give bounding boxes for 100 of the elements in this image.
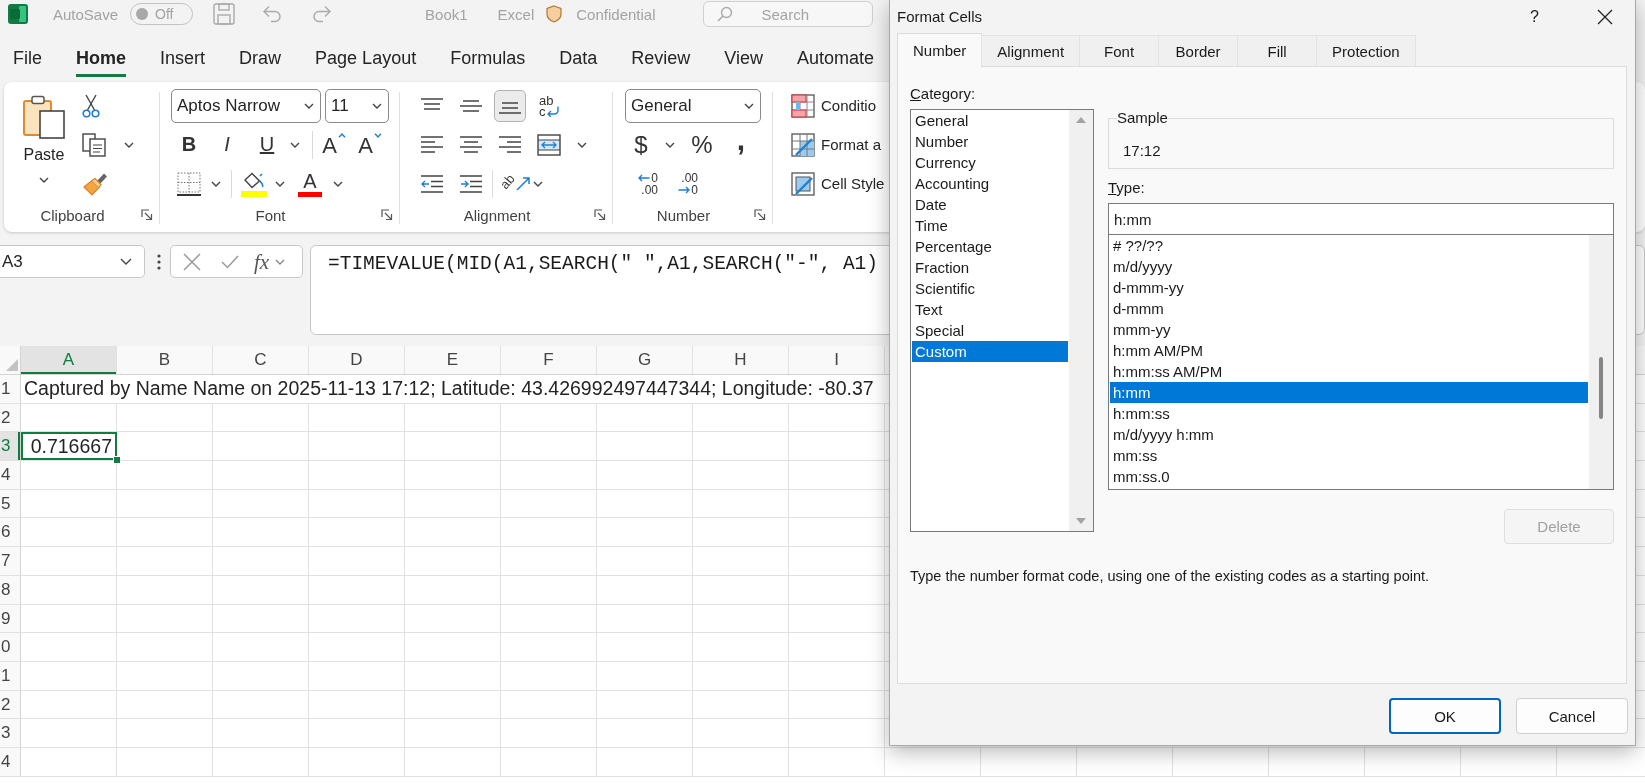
grow-font-button[interactable]: A bbox=[319, 129, 349, 160]
caret-icon[interactable] bbox=[665, 141, 675, 148]
menu-tab[interactable]: File bbox=[13, 47, 42, 77]
wrap-text-button[interactable]: ab c bbox=[533, 89, 565, 122]
kebab-menu-icon[interactable] bbox=[157, 254, 161, 270]
name-box[interactable]: A3 bbox=[0, 245, 145, 278]
column-header[interactable]: G bbox=[597, 346, 693, 374]
dialog-tab[interactable]: Alignment bbox=[981, 35, 1081, 66]
list-item[interactable]: # ??/?? bbox=[1110, 235, 1588, 256]
list-item[interactable]: h:mm AM/PM bbox=[1110, 340, 1588, 361]
scissors-icon[interactable] bbox=[82, 93, 100, 118]
selected-cell[interactable]: 0.716667 bbox=[21, 432, 117, 461]
caret-icon[interactable] bbox=[275, 180, 285, 187]
list-item[interactable]: m/d/yyyy h:mm bbox=[1110, 424, 1588, 445]
list-item[interactable]: h:mm:ss AM/PM bbox=[1110, 361, 1588, 382]
font-name-dropdown[interactable]: Aptos Narrow bbox=[171, 88, 321, 123]
bold-button[interactable]: B bbox=[174, 129, 204, 160]
table-style-button[interactable]: Format a bbox=[791, 132, 881, 157]
list-item[interactable]: Date bbox=[912, 194, 1068, 215]
number-format-dropdown[interactable]: General bbox=[625, 88, 761, 123]
caret-icon[interactable] bbox=[577, 141, 587, 148]
caret-icon[interactable] bbox=[39, 177, 49, 183]
spreadsheet-logo-icon[interactable] bbox=[8, 4, 28, 24]
fill-handle[interactable] bbox=[113, 456, 121, 465]
list-item[interactable]: Time bbox=[912, 215, 1068, 236]
list-item[interactable]: Currency bbox=[912, 152, 1068, 173]
row-header[interactable]: 1 bbox=[0, 661, 21, 690]
menu-tab[interactable]: Home bbox=[76, 47, 127, 77]
list-item[interactable]: Number bbox=[912, 131, 1068, 152]
menu-tab[interactable]: Data bbox=[559, 47, 598, 77]
paintbrush-icon[interactable] bbox=[82, 171, 108, 196]
conditional-style-button[interactable]: Conditio bbox=[791, 93, 877, 118]
merge-center-icon[interactable] bbox=[537, 133, 561, 156]
list-item[interactable]: Percentage bbox=[912, 236, 1068, 257]
type-input[interactable]: h:mm bbox=[1108, 203, 1614, 235]
row-header[interactable]: 9 bbox=[0, 604, 21, 633]
menu-tab[interactable]: Automate bbox=[796, 47, 874, 77]
row-header[interactable]: 3 bbox=[0, 719, 21, 747]
underline-button[interactable]: U bbox=[252, 129, 282, 160]
comma-style-button[interactable]: , bbox=[727, 129, 755, 160]
column-header[interactable]: E bbox=[405, 346, 501, 374]
shrink-font-button[interactable]: A bbox=[355, 129, 385, 160]
list-item[interactable]: d-mmm bbox=[1110, 298, 1588, 319]
align-left-icon[interactable] bbox=[421, 136, 443, 153]
search-field[interactable]: Search bbox=[702, 1, 873, 27]
column-header[interactable]: B bbox=[117, 346, 213, 374]
increase-decimal-button[interactable]: .00 0 bbox=[666, 167, 698, 200]
borders-icon[interactable] bbox=[177, 171, 201, 196]
list-item[interactable]: General bbox=[912, 110, 1068, 131]
row-header[interactable]: 6 bbox=[0, 518, 21, 547]
orientation-button[interactable]: ab bbox=[498, 167, 530, 200]
close-icon[interactable] bbox=[1597, 8, 1613, 25]
insert-function-button[interactable]: fx bbox=[254, 249, 270, 274]
paint-bucket-icon[interactable] bbox=[241, 170, 267, 197]
caret-icon[interactable] bbox=[372, 102, 382, 109]
caret-icon[interactable] bbox=[304, 102, 314, 109]
column-header[interactable]: D bbox=[309, 346, 405, 374]
column-header[interactable]: F bbox=[501, 346, 597, 374]
column-header[interactable]: C bbox=[213, 346, 309, 374]
dialog-launcher-icon[interactable] bbox=[594, 209, 606, 221]
list-item[interactable]: mmm-yy bbox=[1110, 319, 1588, 340]
scrollbar-track[interactable] bbox=[1589, 235, 1613, 489]
list-item[interactable]: Fraction bbox=[912, 257, 1068, 278]
align-bottom-button[interactable] bbox=[494, 89, 526, 122]
caret-icon[interactable] bbox=[211, 180, 221, 187]
menu-tab[interactable]: View bbox=[724, 47, 763, 77]
italic-button[interactable]: I bbox=[212, 129, 242, 160]
check-icon[interactable] bbox=[221, 254, 239, 269]
list-item[interactable]: Accounting bbox=[912, 173, 1068, 194]
list-item[interactable]: d-mmm-yy bbox=[1110, 277, 1588, 298]
font-size-dropdown[interactable]: 11 bbox=[325, 88, 389, 123]
menu-tab[interactable]: Review bbox=[631, 47, 691, 77]
dialog-launcher-icon[interactable] bbox=[381, 209, 393, 221]
caret-icon[interactable] bbox=[290, 141, 300, 148]
row-header[interactable]: 2 bbox=[0, 403, 21, 432]
list-item[interactable]: h:mm:ss bbox=[1110, 403, 1588, 424]
dialog-launcher-icon[interactable] bbox=[141, 209, 153, 221]
ok-button[interactable]: OK bbox=[1389, 698, 1501, 734]
font-color-button[interactable]: A bbox=[295, 168, 325, 199]
list-item[interactable]: m/d/yyyy bbox=[1110, 256, 1588, 277]
row-header[interactable]: 4 bbox=[0, 747, 21, 776]
dialog-tab[interactable]: Number bbox=[897, 33, 983, 67]
row-header[interactable]: 3 bbox=[0, 432, 21, 461]
list-item[interactable]: Scientific bbox=[912, 278, 1068, 299]
cell-style-button[interactable]: Cell Style bbox=[791, 171, 885, 196]
decrease-indent-icon[interactable] bbox=[421, 174, 443, 193]
list-item[interactable]: mm:ss.0 bbox=[1110, 466, 1588, 487]
menu-tab[interactable]: Draw bbox=[239, 47, 282, 77]
row-header[interactable]: 0 bbox=[0, 633, 21, 661]
scrollbar-thumb[interactable] bbox=[1599, 357, 1603, 419]
list-item[interactable]: mm:ss bbox=[1110, 445, 1588, 466]
column-header[interactable]: A bbox=[21, 346, 117, 374]
caret-icon[interactable] bbox=[333, 180, 343, 187]
caret-icon[interactable] bbox=[744, 102, 754, 109]
menu-tab[interactable]: Formulas bbox=[450, 47, 526, 77]
column-header[interactable]: H bbox=[693, 346, 789, 374]
row-header[interactable]: 7 bbox=[0, 547, 21, 575]
list-item[interactable]: Text bbox=[912, 299, 1068, 320]
caret-icon[interactable] bbox=[533, 180, 543, 187]
cross-icon[interactable] bbox=[183, 252, 201, 271]
